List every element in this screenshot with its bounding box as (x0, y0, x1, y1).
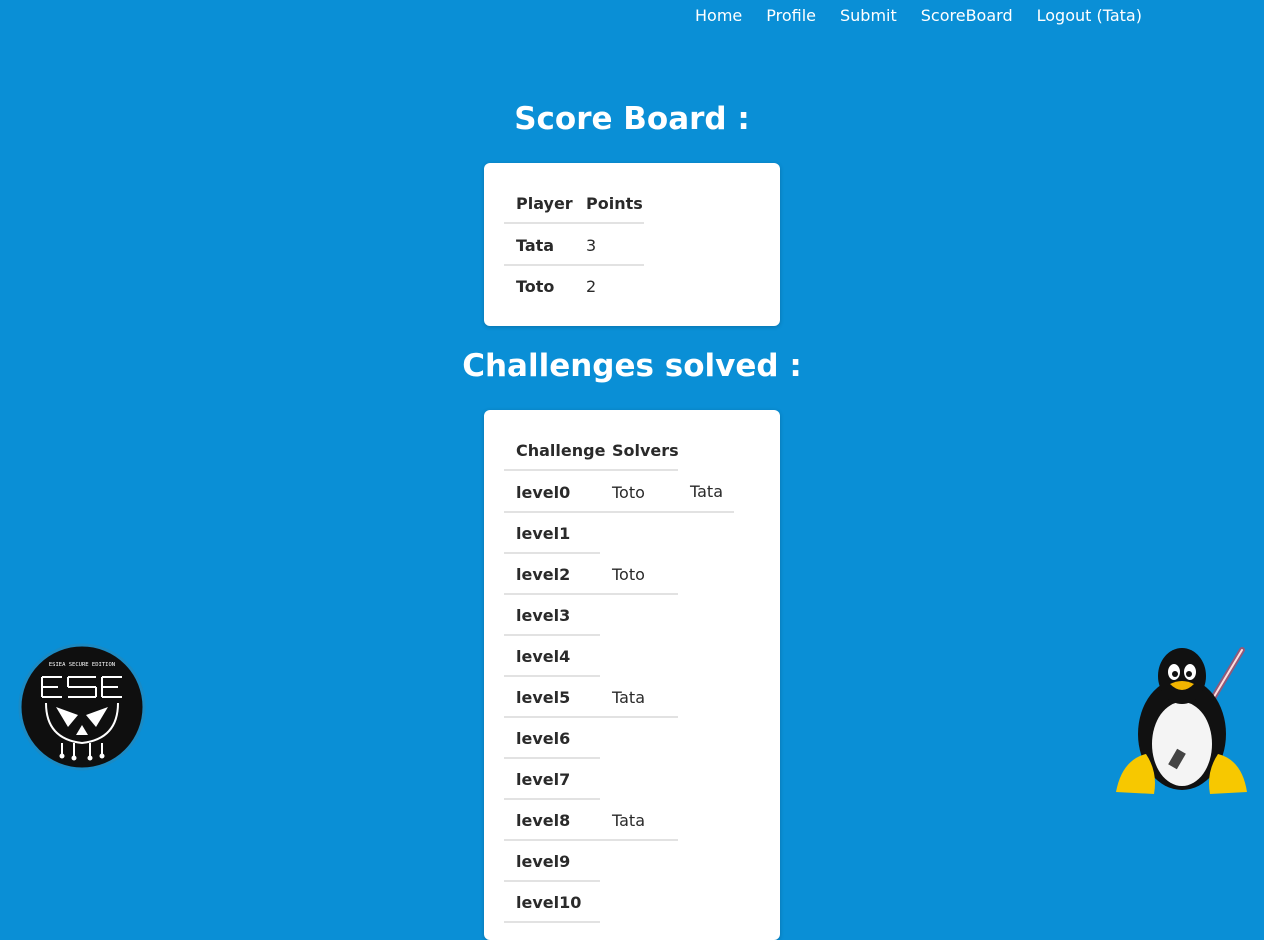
points-column-header: Points (586, 194, 643, 213)
challenge-name: level6 (516, 729, 571, 748)
nav-scoreboard-link[interactable]: ScoreBoard (921, 6, 1013, 25)
tux-penguin-icon (1116, 647, 1247, 794)
challenge-name: level0 (516, 483, 571, 502)
player-points: 2 (586, 277, 597, 296)
header-divider (504, 222, 644, 224)
solver-name: Toto (612, 565, 645, 584)
row-divider (504, 757, 600, 759)
ese-logo: ESIEA SECURE EDITION (18, 643, 146, 771)
nav-profile-link[interactable]: Profile (766, 6, 816, 25)
top-nav: Home Profile Submit ScoreBoard Logout (T… (695, 6, 1142, 25)
challenges-title: Challenges solved : (462, 348, 802, 384)
row-divider (504, 511, 734, 513)
player-column-header: Player (516, 194, 573, 213)
nav-home-link[interactable]: Home (695, 6, 742, 25)
header-divider (504, 469, 678, 471)
row-divider (504, 839, 678, 841)
challenges-card: Challenge Solvers level0 Toto Tata level… (484, 410, 780, 940)
row-divider (504, 593, 678, 595)
row-divider (504, 880, 600, 882)
row-divider (504, 552, 600, 554)
challenge-name: level5 (516, 688, 571, 707)
nav-logout-link[interactable]: Logout (Tata) (1037, 6, 1142, 25)
challenge-name: level7 (516, 770, 571, 789)
player-name: Tata (516, 236, 555, 255)
scoreboard-title: Score Board : (514, 101, 750, 137)
row-divider (504, 921, 600, 923)
challenge-name: level1 (516, 524, 571, 543)
player-name: Toto (516, 277, 555, 296)
challenge-name: level4 (516, 647, 571, 666)
solvers-column-header: Solvers (612, 441, 679, 460)
challenge-name: level3 (516, 606, 571, 625)
solver-name: Tata (612, 688, 646, 707)
row-divider (504, 634, 600, 636)
solver-name: Tata (690, 482, 724, 501)
skull-circuit-icon: ESIEA SECURE EDITION (18, 643, 146, 771)
solver-name: Tata (612, 811, 646, 830)
row-divider (504, 264, 644, 266)
row-divider (504, 716, 678, 718)
logo-text: ESIEA SECURE EDITION (49, 662, 115, 668)
challenge-name: level10 (516, 893, 582, 912)
player-points: 3 (586, 236, 597, 255)
nav-submit-link[interactable]: Submit (840, 6, 897, 25)
challenge-name: level9 (516, 852, 571, 871)
solver-name: Toto (612, 483, 645, 502)
challenge-column-header: Challenge (516, 441, 606, 460)
scoreboard-card: Player Points Tata 3 Toto 2 (484, 163, 780, 326)
challenge-name: level8 (516, 811, 571, 830)
challenge-name: level2 (516, 565, 571, 584)
row-divider (504, 798, 600, 800)
row-divider (504, 675, 600, 677)
